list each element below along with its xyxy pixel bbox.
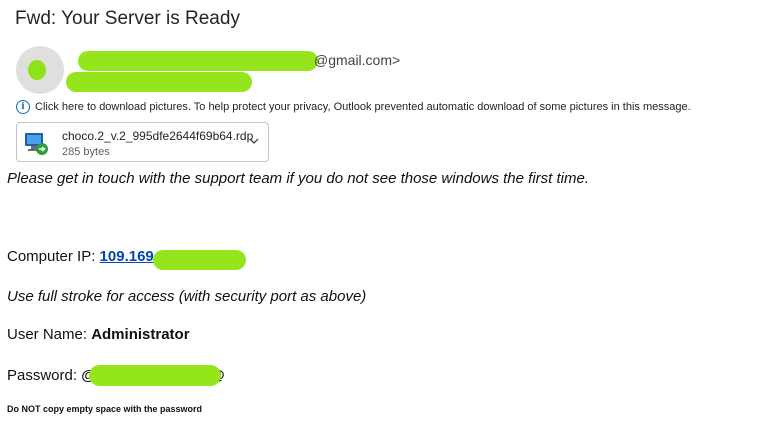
- redacted-recipient: [66, 72, 252, 92]
- redacted-ip: [153, 250, 246, 270]
- username-label: User Name:: [7, 326, 92, 343]
- sender-avatar[interactable]: [16, 46, 64, 94]
- redacted-sender-name: [78, 51, 318, 71]
- copy-warning: Do NOT copy empty space with the passwor…: [7, 404, 203, 414]
- attachment-card[interactable]: choco.2_v.2_995dfe2644f69b64.rdp 285 byt…: [16, 122, 269, 162]
- computer-ip-line: Computer IP: 109.169: [7, 248, 154, 265]
- redaction-mark: [28, 60, 46, 80]
- email-subject: Fwd: Your Server is Ready: [15, 8, 240, 29]
- attachment-size: 285 bytes: [62, 146, 110, 158]
- info-bar-text: Click here to download pictures. To help…: [35, 101, 691, 113]
- ip-label: Computer IP:: [7, 248, 100, 265]
- attachment-filename: choco.2_v.2_995dfe2644f69b64.rdp: [62, 129, 254, 143]
- ip-link[interactable]: 109.169: [100, 248, 154, 265]
- access-note: Use full stroke for access (with securit…: [7, 288, 367, 305]
- password-line: Password: @: [7, 367, 96, 384]
- support-instructions: Please get in touch with the support tea…: [7, 170, 589, 187]
- password-label: Password:: [7, 367, 82, 384]
- chevron-down-icon[interactable]: [248, 135, 260, 147]
- redacted-password: [89, 365, 221, 386]
- download-pictures-bar[interactable]: i Click here to download pictures. To he…: [16, 100, 691, 114]
- sender-email-suffix[interactable]: @gmail.com>: [314, 52, 400, 68]
- username-line: User Name: Administrator: [7, 326, 190, 343]
- username-value: Administrator: [91, 326, 190, 343]
- remote-desktop-icon: [25, 133, 48, 155]
- info-icon: i: [16, 100, 30, 114]
